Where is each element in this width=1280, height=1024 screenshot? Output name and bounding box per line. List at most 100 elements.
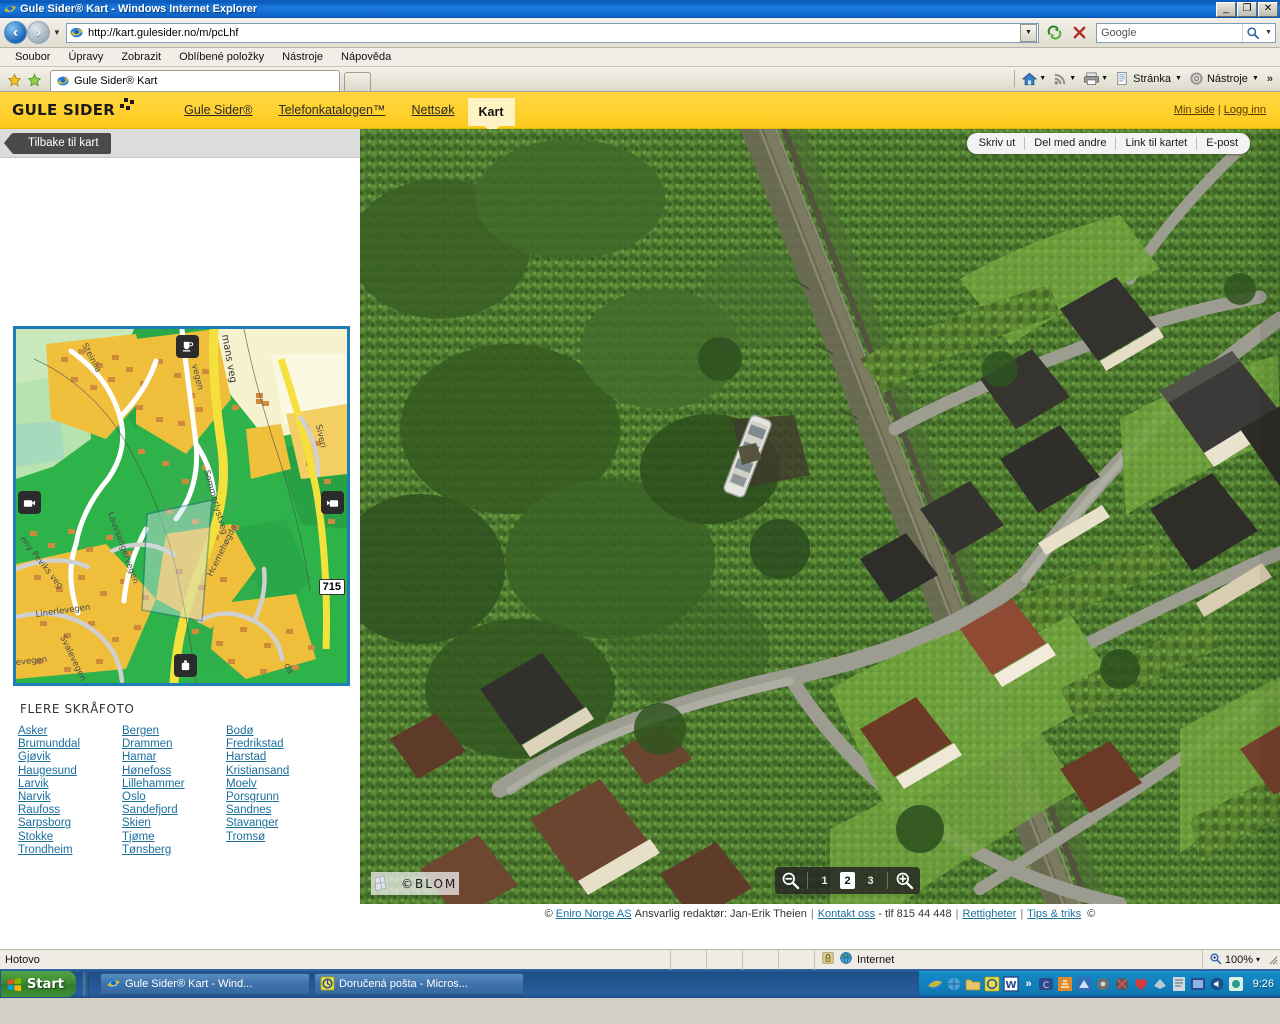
new-tab-button[interactable] xyxy=(344,72,371,91)
city-link-haugesund[interactable]: Haugesund xyxy=(18,765,122,778)
start-button[interactable]: Start xyxy=(1,971,76,997)
browser-tab[interactable]: Gule Sider® Kart xyxy=(50,70,340,91)
city-link-narvik[interactable]: Narvik xyxy=(18,791,122,804)
zoom-level-2[interactable]: 2 xyxy=(840,872,855,889)
aerial-photo-viewer[interactable]: Skriv ut Del med andre Link til kartet E… xyxy=(360,129,1280,904)
nav-item-kart[interactable]: Kart xyxy=(467,98,515,136)
logg-inn-link[interactable]: Logg inn xyxy=(1224,104,1266,116)
forward-button[interactable]: › xyxy=(27,21,50,44)
city-link-moelv[interactable]: Moelv xyxy=(226,778,330,791)
address-bar[interactable]: http://kart.gulesider.no/m/pcLhf ▼ xyxy=(66,22,1039,43)
nav-item-gule-sider[interactable]: Gule Sider® xyxy=(171,92,265,129)
overview-map[interactable]: Steinlia vegen mans veg Sommerlystveg Si… xyxy=(13,326,350,686)
city-link-gjovik[interactable]: Gjøvik xyxy=(18,751,122,764)
tray-icon-app-7[interactable] xyxy=(1171,976,1187,992)
search-input[interactable]: Google xyxy=(1097,27,1242,39)
poi-badge-camera-right[interactable] xyxy=(321,491,344,514)
link-to-map-button[interactable]: Link til kartet xyxy=(1116,133,1196,154)
zoom-level-1[interactable]: 1 xyxy=(817,872,832,889)
city-link-hamar[interactable]: Hamar xyxy=(122,751,226,764)
tray-icon-outlook[interactable] xyxy=(984,976,1000,992)
tray-icon-app-8[interactable] xyxy=(1190,976,1206,992)
tools-dropdown-icon[interactable]: ▼ xyxy=(1252,75,1259,82)
city-link-skien[interactable]: Skien xyxy=(122,817,226,830)
toolbar-overflow-icon[interactable]: » xyxy=(1264,73,1276,85)
zoom-in-icon[interactable] xyxy=(894,870,915,891)
search-provider-dropdown-icon[interactable]: ▼ xyxy=(1262,24,1275,42)
feeds-dropdown-icon[interactable]: ▼ xyxy=(1069,75,1076,82)
tray-icon-ie[interactable] xyxy=(927,976,943,992)
security-zone[interactable]: Internet xyxy=(814,949,1202,970)
footer-tips-link[interactable]: Tips & triks xyxy=(1027,908,1081,920)
menu-item-file[interactable]: Soubor xyxy=(6,48,59,67)
city-link-brumunddal[interactable]: Brumunddal xyxy=(18,738,122,751)
tray-icon-network[interactable] xyxy=(946,976,962,992)
print-map-button[interactable]: Skriv ut xyxy=(970,133,1025,154)
print-button[interactable]: ▼ xyxy=(1081,71,1113,86)
poi-badge-camera-left[interactable] xyxy=(18,491,41,514)
city-link-stokke[interactable]: Stokke xyxy=(18,831,122,844)
city-link-drammen[interactable]: Drammen xyxy=(122,738,226,751)
city-link-stavanger[interactable]: Stavanger xyxy=(226,817,330,830)
page-menu-button[interactable]: Stránka ▼ xyxy=(1113,71,1187,86)
city-link-raufoss[interactable]: Raufoss xyxy=(18,804,122,817)
tray-icon-antivirus[interactable] xyxy=(1133,976,1149,992)
refresh-button[interactable] xyxy=(1043,22,1066,44)
tray-icon-app-9[interactable] xyxy=(1228,976,1244,992)
menu-item-view[interactable]: Zobrazit xyxy=(112,48,170,67)
footer-contact-link[interactable]: Kontakt oss xyxy=(818,908,875,920)
zoom-status[interactable]: 100% ▾ xyxy=(1201,949,1266,970)
address-dropdown-icon[interactable]: ▼ xyxy=(1020,23,1037,42)
search-box[interactable]: Google ▼ xyxy=(1096,22,1276,43)
site-logo[interactable]: GULE SIDER xyxy=(12,98,135,119)
city-link-porsgrunn[interactable]: Porsgrunn xyxy=(226,791,330,804)
back-button[interactable]: ‹ xyxy=(4,21,27,44)
city-link-sandnes[interactable]: Sandnes xyxy=(226,804,330,817)
recent-pages-dropdown-icon[interactable]: ▼ xyxy=(50,28,64,37)
back-to-map-button[interactable]: Tilbake til kart xyxy=(4,133,111,154)
poi-badge-camera-bottom[interactable] xyxy=(174,654,197,677)
menu-item-tools[interactable]: Nástroje xyxy=(273,48,332,67)
stop-button[interactable] xyxy=(1068,22,1091,44)
email-map-button[interactable]: E-post xyxy=(1197,133,1247,154)
taskbar-item-internet-explorer[interactable]: Gule Sider® Kart - Wind... xyxy=(99,972,310,995)
city-link-sarpsborg[interactable]: Sarpsborg xyxy=(18,817,122,830)
zoom-level-3[interactable]: 3 xyxy=(863,872,878,889)
tray-icon-app-3[interactable] xyxy=(1076,976,1092,992)
favorites-center-icon[interactable] xyxy=(24,69,44,91)
close-button[interactable]: ✕ xyxy=(1258,1,1278,17)
clock[interactable]: 9:26 xyxy=(1253,978,1274,990)
city-link-tonsberg[interactable]: Tønsberg xyxy=(122,844,226,857)
minimize-button[interactable]: _ xyxy=(1216,1,1236,17)
city-link-fredrikstad[interactable]: Fredrikstad xyxy=(226,738,330,751)
add-favorite-icon[interactable] xyxy=(4,69,24,91)
poi-badge-cafe[interactable] xyxy=(176,335,199,358)
city-link-tjome[interactable]: Tjøme xyxy=(122,831,226,844)
tools-menu-button[interactable]: Nástroje ▼ xyxy=(1187,71,1264,86)
city-link-asker[interactable]: Asker xyxy=(18,725,122,738)
tray-icon-app-5[interactable] xyxy=(1114,976,1130,992)
footer-company-link[interactable]: Eniro Norge AS xyxy=(556,908,632,920)
tray-overflow-icon[interactable]: » xyxy=(1022,978,1034,990)
share-with-others-button[interactable]: Del med andre xyxy=(1025,133,1115,154)
city-link-kristiansand[interactable]: Kristiansand xyxy=(226,765,330,778)
tray-icon-app-6[interactable] xyxy=(1152,976,1168,992)
min-side-link[interactable]: Min side xyxy=(1174,104,1215,116)
nav-item-nettsok[interactable]: Nettsøk xyxy=(398,92,467,129)
tray-icon-app-2[interactable] xyxy=(1057,976,1073,992)
tray-icon-app-1[interactable]: C xyxy=(1038,976,1054,992)
city-link-oslo[interactable]: Oslo xyxy=(122,791,226,804)
city-link-sandefjord[interactable]: Sandefjord xyxy=(122,804,226,817)
feeds-button[interactable]: ▼ xyxy=(1051,71,1081,86)
taskbar-item-outlook[interactable]: Doručená pošta - Micros... xyxy=(313,972,524,995)
footer-rights-link[interactable]: Rettigheter xyxy=(963,908,1017,920)
maximize-button[interactable]: ❐ xyxy=(1237,1,1257,17)
city-link-bodo[interactable]: Bodø xyxy=(226,725,330,738)
menu-item-favorites[interactable]: Oblíbené položky xyxy=(170,48,273,67)
city-link-honefoss[interactable]: Hønefoss xyxy=(122,765,226,778)
city-link-tromso[interactable]: Tromsø xyxy=(226,831,330,844)
tray-icon-word[interactable]: W xyxy=(1003,975,1020,992)
print-dropdown-icon[interactable]: ▼ xyxy=(1101,75,1108,82)
menu-item-help[interactable]: Nápověda xyxy=(332,48,400,67)
resize-grip-icon[interactable] xyxy=(1266,953,1280,967)
